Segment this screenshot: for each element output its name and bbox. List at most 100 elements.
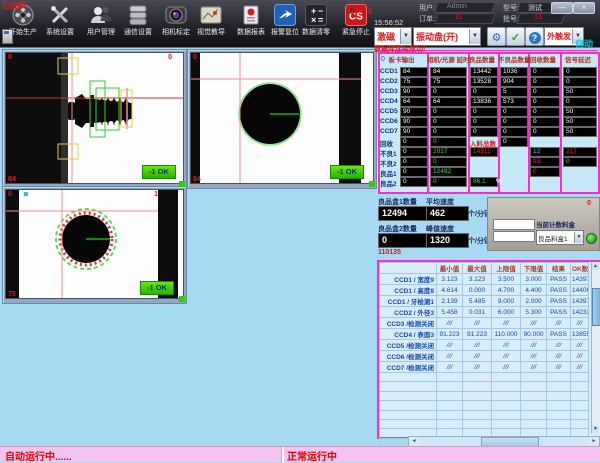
toolbar-button-users[interactable]: 用户管理	[81, 2, 121, 37]
toolbar-button-label: 系统设置	[40, 29, 80, 37]
results-cell: 2.000	[521, 296, 547, 307]
count-input-1[interactable]	[493, 219, 535, 230]
peak-speed-value: 1320	[426, 233, 469, 248]
results-empty-row	[380, 410, 589, 419]
scroll-left-icon[interactable]: ◄	[409, 437, 419, 445]
results-cell: 3.000	[521, 274, 547, 285]
resize-grip[interactable]	[179, 181, 185, 187]
results-column-header: OK数	[571, 263, 589, 274]
results-cell: ///	[547, 340, 571, 351]
toolbar-button-camera[interactable]: 相机标定	[156, 2, 196, 37]
count-input-2[interactable]	[493, 231, 535, 242]
results-row-label: CCD5 /检测关闭	[380, 340, 437, 351]
toolbar-button-vision-teach[interactable]: 视觉教导	[191, 2, 231, 37]
results-cell: ///	[492, 318, 521, 329]
close-button[interactable]: ×	[573, 2, 595, 14]
results-cell: ///	[437, 362, 463, 373]
results-cell	[547, 419, 571, 428]
mini-window-icon[interactable]	[2, 29, 13, 44]
stats-value-box: 1036	[500, 67, 528, 77]
stats-value-box: 2017	[430, 147, 467, 157]
results-cell	[492, 391, 521, 400]
frame-counter: 0	[193, 54, 197, 61]
stats-row-label: CCD7	[380, 128, 398, 135]
confirm-button[interactable]: ✓	[506, 27, 525, 46]
settings-gear-button[interactable]: ⚙	[487, 27, 506, 46]
stats-value-box: 13528	[470, 77, 498, 87]
stats-value-box: 0	[500, 137, 528, 147]
resize-grip[interactable]	[179, 296, 185, 302]
current-box-combo[interactable]: 良品料盒1 ▼	[536, 230, 584, 245]
stats-value-box: 0	[470, 87, 498, 97]
toolbar-button-tools[interactable]: 系统设置	[40, 2, 80, 37]
scrollbar-thumb[interactable]	[592, 288, 600, 326]
results-cell: 4.400	[521, 285, 547, 296]
results-cell: 6.000	[492, 307, 521, 318]
stats-value-box: 84	[430, 67, 467, 77]
stats-value-box: 0	[430, 127, 467, 137]
vertical-scrollbar[interactable]: ▲ ▼	[591, 262, 600, 433]
toolbar-button-data-clear[interactable]: +−×=数据清零	[296, 2, 336, 37]
chevron-down-icon[interactable]: ▼	[574, 232, 583, 243]
results-cell	[571, 391, 589, 400]
stats-value-box: 0	[430, 137, 467, 147]
stats-value-box: 0	[530, 77, 560, 87]
results-cell	[492, 410, 521, 419]
order-field	[434, 13, 496, 24]
user-value: Admin	[447, 3, 467, 10]
stats-value-box: 0	[530, 117, 560, 127]
camera-1-image	[6, 53, 183, 183]
results-cell: 5.300	[521, 307, 547, 318]
stats-column-header: 信号延迟	[560, 54, 596, 64]
results-cell	[521, 410, 547, 419]
results-row: CCD2 / 外径35.4580.0316.0005.300PASS14233	[380, 307, 589, 318]
results-cell: 5.458	[437, 307, 463, 318]
results-cell	[547, 373, 571, 382]
stats-column-header: 相机/光源 延时	[427, 54, 466, 64]
results-cell	[492, 373, 521, 382]
results-cell	[547, 410, 571, 419]
results-cell: 0.000	[463, 285, 492, 296]
measurement-results-panel: 最小值最大值上限值下限值结果OK数CCD1 / 宽度93.1233.1233.5…	[377, 260, 600, 439]
frame-counter: 0	[168, 54, 172, 61]
results-cell: ///	[521, 351, 547, 362]
chevron-down-icon[interactable]: ▼	[469, 29, 480, 44]
minimize-button[interactable]: —	[551, 2, 573, 14]
results-cell: 13855	[571, 329, 589, 340]
stats-value-box: 0	[530, 97, 560, 107]
scroll-right-icon[interactable]: ►	[589, 437, 599, 445]
current-box-label: 当前计数料盒	[536, 219, 575, 229]
stats-value-box: 0	[563, 67, 597, 77]
stats-value-box: 90	[400, 107, 428, 117]
results-empty-row	[380, 419, 589, 428]
results-cell: 0.031	[463, 307, 492, 318]
stats-value-box: 0	[563, 157, 597, 167]
results-cell: ///	[571, 340, 589, 351]
stats-value-box: 12492	[430, 167, 467, 177]
stats-value-box: 50	[563, 87, 597, 97]
chevron-down-icon[interactable]: ▼	[400, 29, 411, 44]
stats-row-label: CCD2	[380, 78, 398, 85]
results-cell	[380, 410, 437, 419]
status-divider	[281, 447, 284, 462]
stats-value-box: 0	[500, 127, 528, 137]
resize-grip[interactable]	[369, 181, 375, 187]
scroll-up-icon[interactable]: ▲	[592, 262, 599, 270]
results-cell: ///	[521, 318, 547, 329]
help-button[interactable]: ?	[525, 27, 544, 46]
order-label: 订单:	[419, 14, 435, 24]
stats-value-box: 0	[400, 157, 428, 167]
results-cell: 91.223	[437, 329, 463, 340]
results-cell: ///	[521, 340, 547, 351]
feeder-combo-value: 振动盘(开)	[414, 30, 469, 43]
stats-row-label: CCD5	[380, 108, 398, 115]
model-value: 测试	[528, 3, 542, 13]
stats-row-label: CCD6	[380, 118, 398, 125]
db-status-message: 数据库连接成功!	[374, 44, 425, 54]
toolbar-button-comm[interactable]: 通信设置	[118, 2, 158, 37]
users-icon	[89, 3, 113, 27]
scroll-down-icon[interactable]: ▼	[592, 425, 599, 433]
frame-counter: 0	[8, 191, 12, 198]
results-cell	[437, 373, 463, 382]
stats-value-box: 0	[530, 167, 560, 177]
